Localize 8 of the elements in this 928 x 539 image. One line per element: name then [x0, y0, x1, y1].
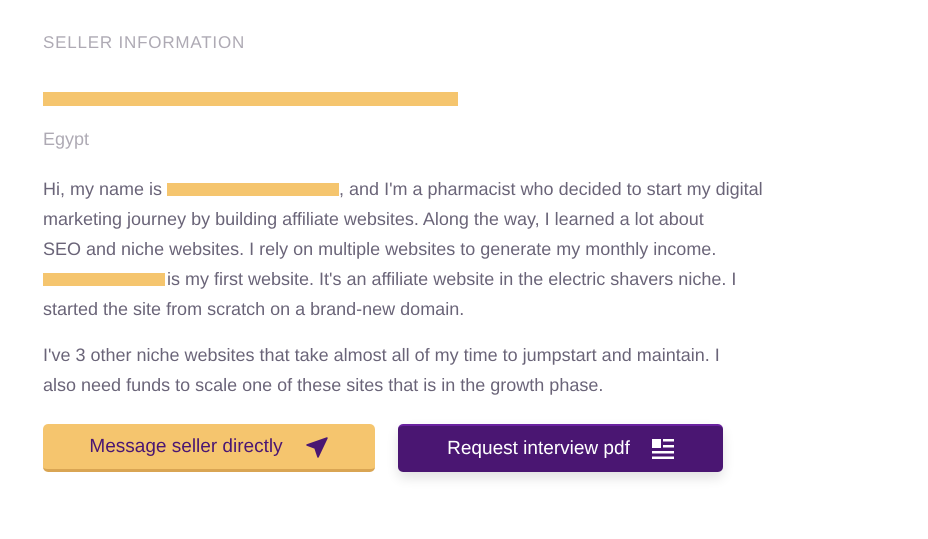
send-icon	[304, 434, 329, 458]
section-title: SELLER INFORMATION	[43, 33, 246, 54]
document-icon	[652, 439, 674, 459]
bio-paragraph: I've 3 other niche websites that take almost all of my time to jumpstart and maintain. I also need funds to scale one of these sites that is in the growth phase.	[43, 344, 721, 397]
country-label: Egypt	[43, 129, 90, 150]
message-seller-button[interactable]: Message seller directly	[43, 424, 375, 472]
bio-paragraph: Hi, my name is , and I'm a pharmacist who decided to start my digital marketing journey by building affiliate websites. Along the way, I learned a lot about SEO and niche websites. I rely on multiple websites to generate my monthly income. is my first website. It's an affiliate website in the electric shavers niche. I started the site from scratch on a brand-new domain.	[43, 178, 764, 321]
request-pdf-button[interactable]: Request interview pdf	[398, 424, 723, 472]
